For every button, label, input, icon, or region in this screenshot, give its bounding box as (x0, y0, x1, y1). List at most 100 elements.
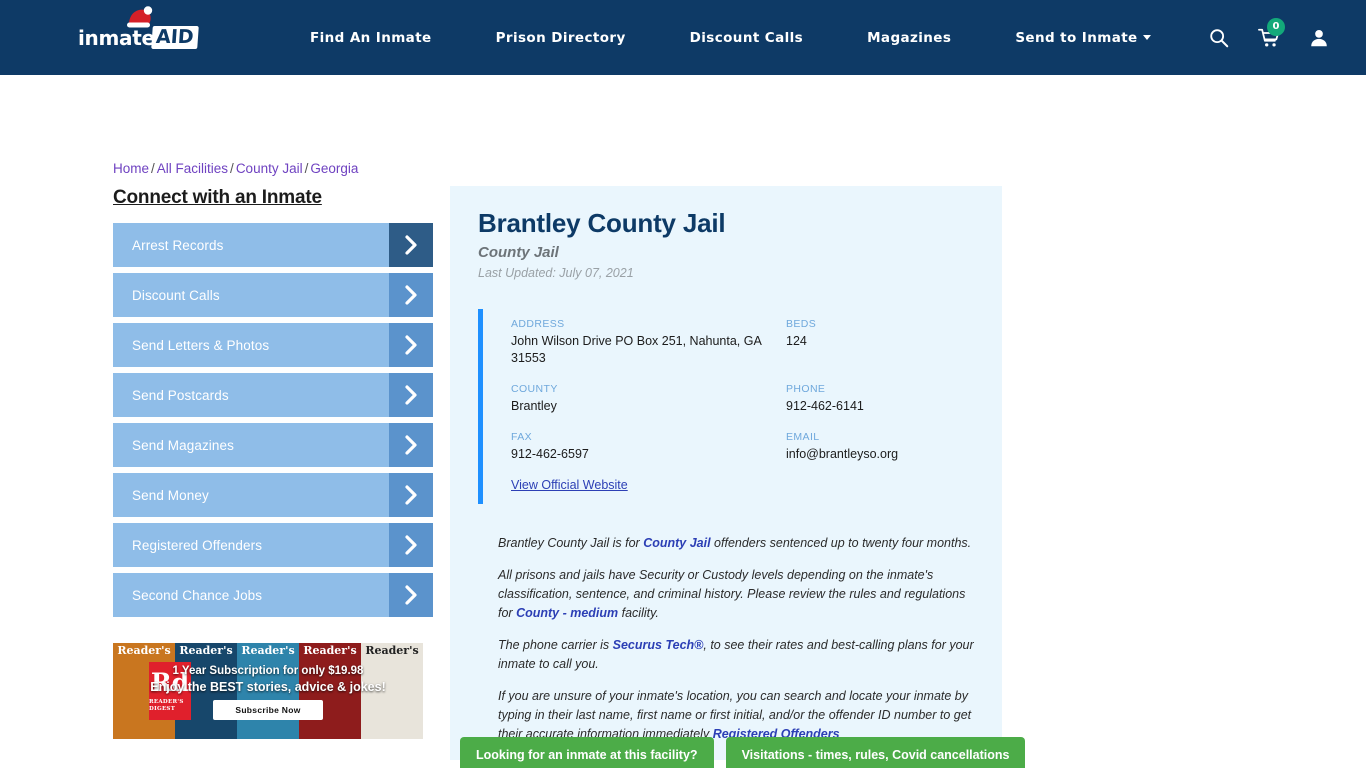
sidebar-item-label: Registered Offenders (132, 537, 263, 553)
nav-item-discount-calls[interactable]: Discount Calls (658, 30, 835, 46)
info-label: BEDS (786, 318, 817, 330)
info-value: info@brantleyso.org (786, 446, 899, 461)
info-value: 912-462-6141 (786, 398, 864, 413)
chevron-down-icon (1142, 34, 1151, 40)
view-official-website-link[interactable]: View Official Website (511, 478, 628, 492)
chevron-right-icon (389, 473, 433, 517)
chevron-right-icon (389, 323, 433, 367)
ad-subscribe-button[interactable]: Subscribe Now (213, 699, 323, 720)
chevron-right-icon (389, 223, 433, 267)
breadcrumb-separator: / (230, 161, 234, 176)
info-field-phone: PHONE 912-462-6141 (786, 383, 974, 415)
info-field-fax: FAX 912-462-6597 (511, 431, 786, 463)
chevron-right-icon (389, 373, 433, 417)
chevron-right-icon (389, 423, 433, 467)
sidebar-item-label: Discount Calls (132, 287, 220, 303)
last-updated-text: Last Updated: July 07, 2021 (478, 266, 634, 280)
user-account-icon[interactable] (1308, 27, 1330, 49)
info-label: ADDRESS (511, 318, 565, 330)
sidebar-item-label: Send Postcards (132, 387, 229, 403)
sidebar-item-send-postcards[interactable]: Send Postcards (113, 373, 433, 417)
breadcrumb-item-all-facilities[interactable]: All Facilities (157, 161, 228, 176)
info-label: EMAIL (786, 430, 820, 443)
info-field-county: COUNTY Brantley (511, 383, 786, 415)
sidebar: Connect with an Inmate Arrest Records Di… (113, 187, 433, 623)
sidebar-item-label: Second Chance Jobs (132, 587, 263, 603)
desc-text: offenders sentenced up to twenty four mo… (710, 535, 972, 550)
description-paragraph-1: Brantley County Jail is for County Jail … (498, 534, 974, 553)
search-icon[interactable] (1208, 27, 1230, 49)
site-header: inmate AID Find An Inmate Prison Directo… (0, 0, 1366, 75)
description-paragraph-2: All prisons and jails have Security or C… (498, 566, 974, 623)
cart-button[interactable]: 0 (1258, 17, 1285, 49)
ad-subheadline: Enjoy the BEST stories, advice & jokes! (150, 679, 386, 694)
info-value: Brantley (511, 398, 557, 413)
info-label: PHONE (786, 382, 826, 395)
breadcrumb-item-county-jail[interactable]: County Jail (236, 161, 303, 176)
looking-for-inmate-button[interactable]: Looking for an inmate at this facility? (460, 737, 714, 768)
facility-info-grid: ADDRESS John Wilson Drive PO Box 251, Na… (511, 318, 974, 463)
info-field-beds: BEDS 124 (786, 318, 974, 367)
main-navigation: Find An Inmate Prison Directory Discount… (278, 30, 1208, 46)
breadcrumb-item-home[interactable]: Home (113, 161, 149, 176)
info-field-email: EMAIL info@brantleyso.org (786, 431, 974, 463)
nav-item-magazines[interactable]: Magazines (835, 30, 983, 46)
advertisement-banner[interactable]: Reader's Reader's Reader's Reader's Read… (113, 643, 423, 739)
sidebar-item-arrest-records[interactable]: Arrest Records (113, 223, 433, 267)
facility-info-block: ADDRESS John Wilson Drive PO Box 251, Na… (478, 309, 974, 504)
page-title: Brantley County Jail (478, 208, 726, 238)
sidebar-item-label: Send Money (132, 487, 209, 503)
sidebar-item-discount-calls[interactable]: Discount Calls (113, 273, 433, 317)
visitations-button[interactable]: Visitations - times, rules, Covid cancel… (725, 737, 1026, 768)
facility-type: County Jail (478, 244, 559, 261)
desc-link-county-medium[interactable]: County - medium (516, 606, 618, 620)
breadcrumb: Home / All Facilities / County Jail / Georgia (113, 161, 358, 176)
sidebar-item-registered-offenders[interactable]: Registered Offenders (113, 523, 433, 567)
nav-item-prison-directory[interactable]: Prison Directory (464, 30, 658, 46)
nav-label: Magazines (867, 29, 952, 46)
info-label: FAX (511, 430, 533, 443)
sidebar-item-send-letters-photos[interactable]: Send Letters & Photos (113, 323, 433, 367)
cart-count-badge: 0 (1267, 17, 1285, 36)
chevron-right-icon (389, 273, 433, 317)
sidebar-item-send-money[interactable]: Send Money (113, 473, 433, 517)
nav-item-find-an-inmate[interactable]: Find An Inmate (278, 30, 464, 46)
desc-text: facility. (618, 605, 659, 620)
nav-label: Send to Inmate (1015, 29, 1138, 46)
sidebar-item-send-magazines[interactable]: Send Magazines (113, 423, 433, 467)
facility-description: Brantley County Jail is for County Jail … (478, 534, 974, 760)
info-label: COUNTY (511, 382, 558, 395)
nav-label: Prison Directory (495, 29, 626, 46)
info-value: 912-462-6597 (511, 446, 589, 461)
description-paragraph-4: If you are unsure of your inmate's locat… (498, 687, 974, 744)
logo-word-aid: AID (150, 26, 199, 49)
info-value: John Wilson Drive PO Box 251, Nahunta, G… (511, 334, 762, 365)
description-paragraph-3: The phone carrier is Securus Tech®, to s… (498, 636, 974, 674)
chevron-right-icon (389, 523, 433, 567)
nav-item-send-to-inmate[interactable]: Send to Inmate (983, 30, 1182, 46)
sidebar-item-label: Send Magazines (132, 437, 234, 453)
action-button-group: Looking for an inmate at this facility? … (450, 737, 1026, 768)
sidebar-item-second-chance-jobs[interactable]: Second Chance Jobs (113, 573, 433, 617)
sidebar-heading: Connect with an Inmate (113, 187, 322, 208)
site-logo[interactable]: inmate AID (78, 5, 199, 58)
info-field-address: ADDRESS John Wilson Drive PO Box 251, Na… (511, 318, 786, 367)
desc-text: Brantley County Jail is for (498, 535, 644, 550)
chevron-right-icon (389, 573, 433, 617)
info-value: 124 (786, 334, 807, 348)
facility-card: Brantley County Jail County Jail Last Up… (450, 186, 1002, 760)
desc-text: The phone carrier is (498, 637, 613, 652)
sidebar-item-label: Send Letters & Photos (132, 337, 270, 353)
desc-link-county-jail[interactable]: County Jail (643, 536, 710, 550)
breadcrumb-separator: / (304, 161, 309, 176)
nav-label: Discount Calls (689, 29, 804, 46)
breadcrumb-item-georgia[interactable]: Georgia (310, 161, 358, 176)
header-icon-group: 0 (1208, 17, 1338, 49)
ad-headline: 1 Year Subscription for only $19.98 (172, 664, 364, 677)
desc-link-securus-tech[interactable]: Securus Tech® (613, 638, 704, 652)
breadcrumb-separator: / (151, 161, 155, 176)
nav-label: Find An Inmate (310, 29, 432, 46)
ad-overlay-content: 1 Year Subscription for only $19.98 Enjo… (113, 643, 423, 739)
sidebar-item-label: Arrest Records (132, 237, 224, 253)
logo-word-inmate: inmate (78, 25, 155, 50)
